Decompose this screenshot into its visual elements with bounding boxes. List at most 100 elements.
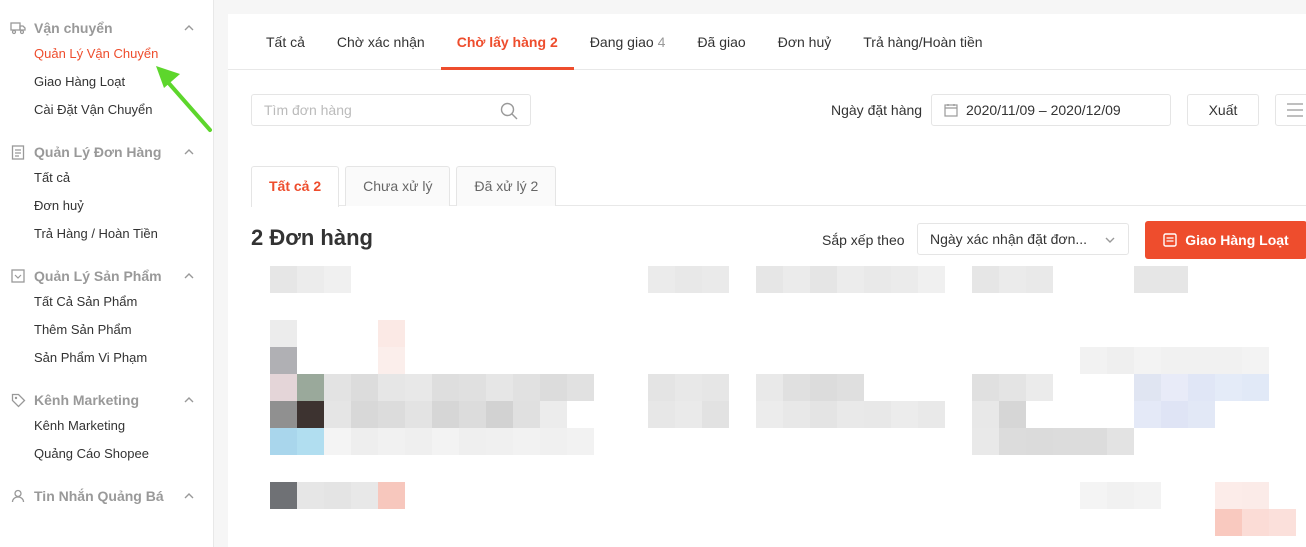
sidebar-section-header-orders[interactable]: Quản Lý Đơn Hàng (10, 140, 213, 164)
blurred-pixel-block (972, 374, 999, 401)
sidebar-item-shopee-ads[interactable]: Quảng Cáo Shopee (34, 440, 213, 468)
list-menu-button[interactable] (1275, 94, 1306, 126)
blurred-pixel-block (1134, 401, 1161, 428)
blurred-pixel-block (324, 374, 351, 401)
blurred-pixel-block (324, 401, 351, 428)
sidebar-section-header-broadcast[interactable]: Tin Nhắn Quảng Bá (10, 484, 213, 508)
blurred-pixel-block (1215, 374, 1242, 401)
search-input[interactable] (264, 102, 494, 118)
chevron-up-icon[interactable] (183, 394, 195, 406)
sidebar-item-returns-refunds[interactable]: Trả Hàng / Hoàn Tiền (34, 220, 213, 248)
tab-all[interactable]: Tất cả (250, 14, 321, 69)
blurred-pixel-block (270, 482, 297, 509)
sidebar-section-header-products[interactable]: Quản Lý Sản Phẩm (10, 264, 213, 288)
blurred-pixel-block (1215, 509, 1242, 536)
blurred-pixel-block (1134, 482, 1161, 509)
blurred-pixel-block (486, 428, 513, 455)
blurred-pixel-block (297, 266, 324, 293)
tab-count: 2 (550, 34, 558, 50)
blurred-pixel-block (378, 374, 405, 401)
sidebar-section-header-shipping[interactable]: Vận chuyển (10, 16, 213, 40)
blurred-pixel-block (459, 374, 486, 401)
processing-subtabs: Tất cả 2 Chưa xử lý Đã xử lý 2 (251, 166, 1306, 207)
tab-label: Chờ lấy hàng (456, 34, 547, 50)
menu-icon (1287, 103, 1303, 117)
subtab-unprocessed[interactable]: Chưa xử lý (345, 166, 451, 206)
blurred-pixel-block (648, 266, 675, 293)
blurred-pixel-block (486, 374, 513, 401)
blurred-pixel-block (270, 320, 297, 347)
tab-label: Đã giao (697, 34, 746, 50)
tab-shipping[interactable]: Đang giao 4 (574, 14, 682, 69)
blurred-pixel-block (1188, 374, 1215, 401)
blurred-pixel-block (270, 374, 297, 401)
blurred-pixel-block (783, 374, 810, 401)
sidebar-section-orders: Quản Lý Đơn Hàng Tất cả Đơn huỷ Trả Hàng… (0, 140, 213, 248)
tab-returns-refunds[interactable]: Trả hàng/Hoàn tiền (847, 14, 998, 69)
blurred-pixel-block (675, 266, 702, 293)
blurred-order-list (232, 266, 1306, 547)
blurred-pixel-block (432, 401, 459, 428)
blurred-pixel-block (972, 266, 999, 293)
sidebar-item-add-product[interactable]: Thêm Sản Phẩm (34, 316, 213, 344)
blurred-pixel-block (810, 401, 837, 428)
blurred-pixel-block (864, 401, 891, 428)
sidebar-section-broadcast: Tin Nhắn Quảng Bá (0, 484, 213, 508)
blurred-pixel-block (378, 482, 405, 509)
product-box-icon (10, 268, 26, 284)
blurred-pixel-block (972, 428, 999, 455)
blurred-pixel-block (648, 401, 675, 428)
order-date-label: Ngày đặt hàng (831, 102, 923, 118)
blurred-pixel-block (783, 266, 810, 293)
blurred-pixel-block (432, 374, 459, 401)
tab-awaiting-pickup[interactable]: Chờ lấy hàng 2 (440, 14, 574, 70)
blurred-pixel-block (1134, 374, 1161, 401)
tab-label: Chờ xác nhận (336, 34, 425, 50)
sort-label: Sắp xếp theo (822, 232, 905, 248)
blurred-pixel-block (1080, 428, 1107, 455)
blurred-pixel-block (1161, 266, 1188, 293)
sidebar-item-all-orders[interactable]: Tất cả (34, 164, 213, 192)
export-button[interactable]: Xuất (1187, 94, 1259, 126)
blurred-pixel-block (702, 401, 729, 428)
chevron-up-icon[interactable] (183, 490, 195, 502)
chevron-up-icon[interactable] (183, 270, 195, 282)
blurred-pixel-block (351, 428, 378, 455)
sidebar-item-all-products[interactable]: Tất Cả Sản Phẩm (34, 288, 213, 316)
tab-delivered[interactable]: Đã giao (681, 14, 761, 69)
sort-select[interactable]: Ngày xác nhận đặt đơn... (917, 223, 1129, 255)
blurred-pixel-block (702, 266, 729, 293)
blurred-pixel-block (270, 428, 297, 455)
search-icon[interactable] (500, 102, 518, 120)
blurred-pixel-block (513, 428, 540, 455)
bulk-ship-button[interactable]: Giao Hàng Loạt (1145, 221, 1306, 259)
search-box (251, 94, 531, 126)
blurred-pixel-block (1269, 509, 1296, 536)
chevron-up-icon[interactable] (183, 22, 195, 34)
chevron-up-icon[interactable] (183, 146, 195, 158)
blurred-pixel-block (378, 320, 405, 347)
blurred-pixel-block (891, 266, 918, 293)
clipboard-icon (10, 144, 26, 160)
sidebar-item-marketing-channel[interactable]: Kênh Marketing (34, 412, 213, 440)
blurred-pixel-block (540, 374, 567, 401)
sidebar-section-header-marketing[interactable]: Kênh Marketing (10, 388, 213, 412)
blurred-pixel-block (972, 401, 999, 428)
blurred-pixel-block (1080, 482, 1107, 509)
tab-pending-confirmation[interactable]: Chờ xác nhận (321, 14, 441, 69)
blurred-pixel-block (378, 401, 405, 428)
blurred-pixel-block (756, 374, 783, 401)
blurred-pixel-block (324, 428, 351, 455)
sidebar-item-violating-products[interactable]: Sản Phẩm Vi Phạm (34, 344, 213, 372)
blurred-pixel-block (1188, 347, 1215, 374)
subtab-all[interactable]: Tất cả 2 (251, 166, 340, 207)
subtab-processed[interactable]: Đã xử lý 2 (456, 166, 557, 206)
blurred-pixel-block (837, 374, 864, 401)
date-range-picker[interactable]: 2020/11/09 – 2020/12/09 (931, 94, 1171, 126)
blurred-pixel-block (324, 266, 351, 293)
sidebar-item-cancelled-orders[interactable]: Đơn huỷ (34, 192, 213, 220)
blurred-pixel-block (1107, 428, 1134, 455)
tab-cancelled[interactable]: Đơn huỷ (762, 14, 848, 69)
blurred-pixel-block (891, 401, 918, 428)
blurred-pixel-block (837, 266, 864, 293)
